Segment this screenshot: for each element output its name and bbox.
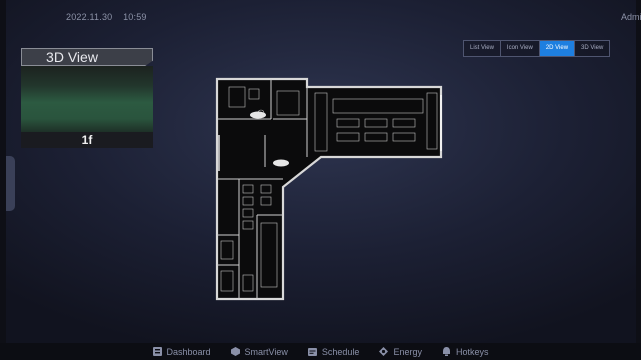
side-panel-handle[interactable] (6, 156, 15, 211)
list-view-button[interactable]: List View (464, 41, 501, 56)
icon-view-button[interactable]: Icon View (500, 41, 540, 56)
nav-dashboard[interactable]: Dashboard (152, 346, 211, 357)
bottom-nav: Dashboard SmartView Schedule Energy Hotk… (0, 343, 641, 360)
user-name[interactable]: Admin (621, 12, 641, 22)
hotkeys-icon (442, 347, 450, 356)
nav-energy-label: Energy (393, 346, 422, 357)
dashboard-icon (152, 347, 162, 356)
view-card-thumbnail (21, 66, 153, 132)
nav-hotkeys-label: Hotkeys (455, 346, 489, 357)
time-text: 10:59 (123, 12, 147, 22)
view-switcher: List View Icon View 2D View 3D View (463, 40, 611, 57)
3d-view-button[interactable]: 3D View (575, 41, 610, 56)
nav-dashboard-label: Dashboard (166, 346, 211, 357)
nav-schedule-label: Schedule (321, 346, 360, 357)
right-frame (636, 0, 641, 360)
date-text: 2022.11.30 (66, 12, 113, 22)
nav-smartview[interactable]: SmartView (230, 346, 288, 357)
smartview-icon (230, 347, 240, 356)
schedule-icon (307, 348, 317, 356)
nav-energy[interactable]: Energy (379, 347, 422, 357)
nav-smartview-label: SmartView (244, 346, 288, 357)
view-card-title: 3D View (21, 48, 153, 66)
nav-schedule[interactable]: Schedule (307, 346, 360, 357)
3d-view-card[interactable]: 3D View 1f (21, 48, 153, 148)
datetime: 2022.11.30 10:59 (66, 12, 147, 22)
floor-plan[interactable] (213, 75, 443, 303)
nav-hotkeys[interactable]: Hotkeys (442, 346, 489, 357)
2d-view-button[interactable]: 2D View (539, 41, 576, 56)
energy-icon (379, 347, 389, 356)
floor-label: 1f (21, 132, 153, 148)
